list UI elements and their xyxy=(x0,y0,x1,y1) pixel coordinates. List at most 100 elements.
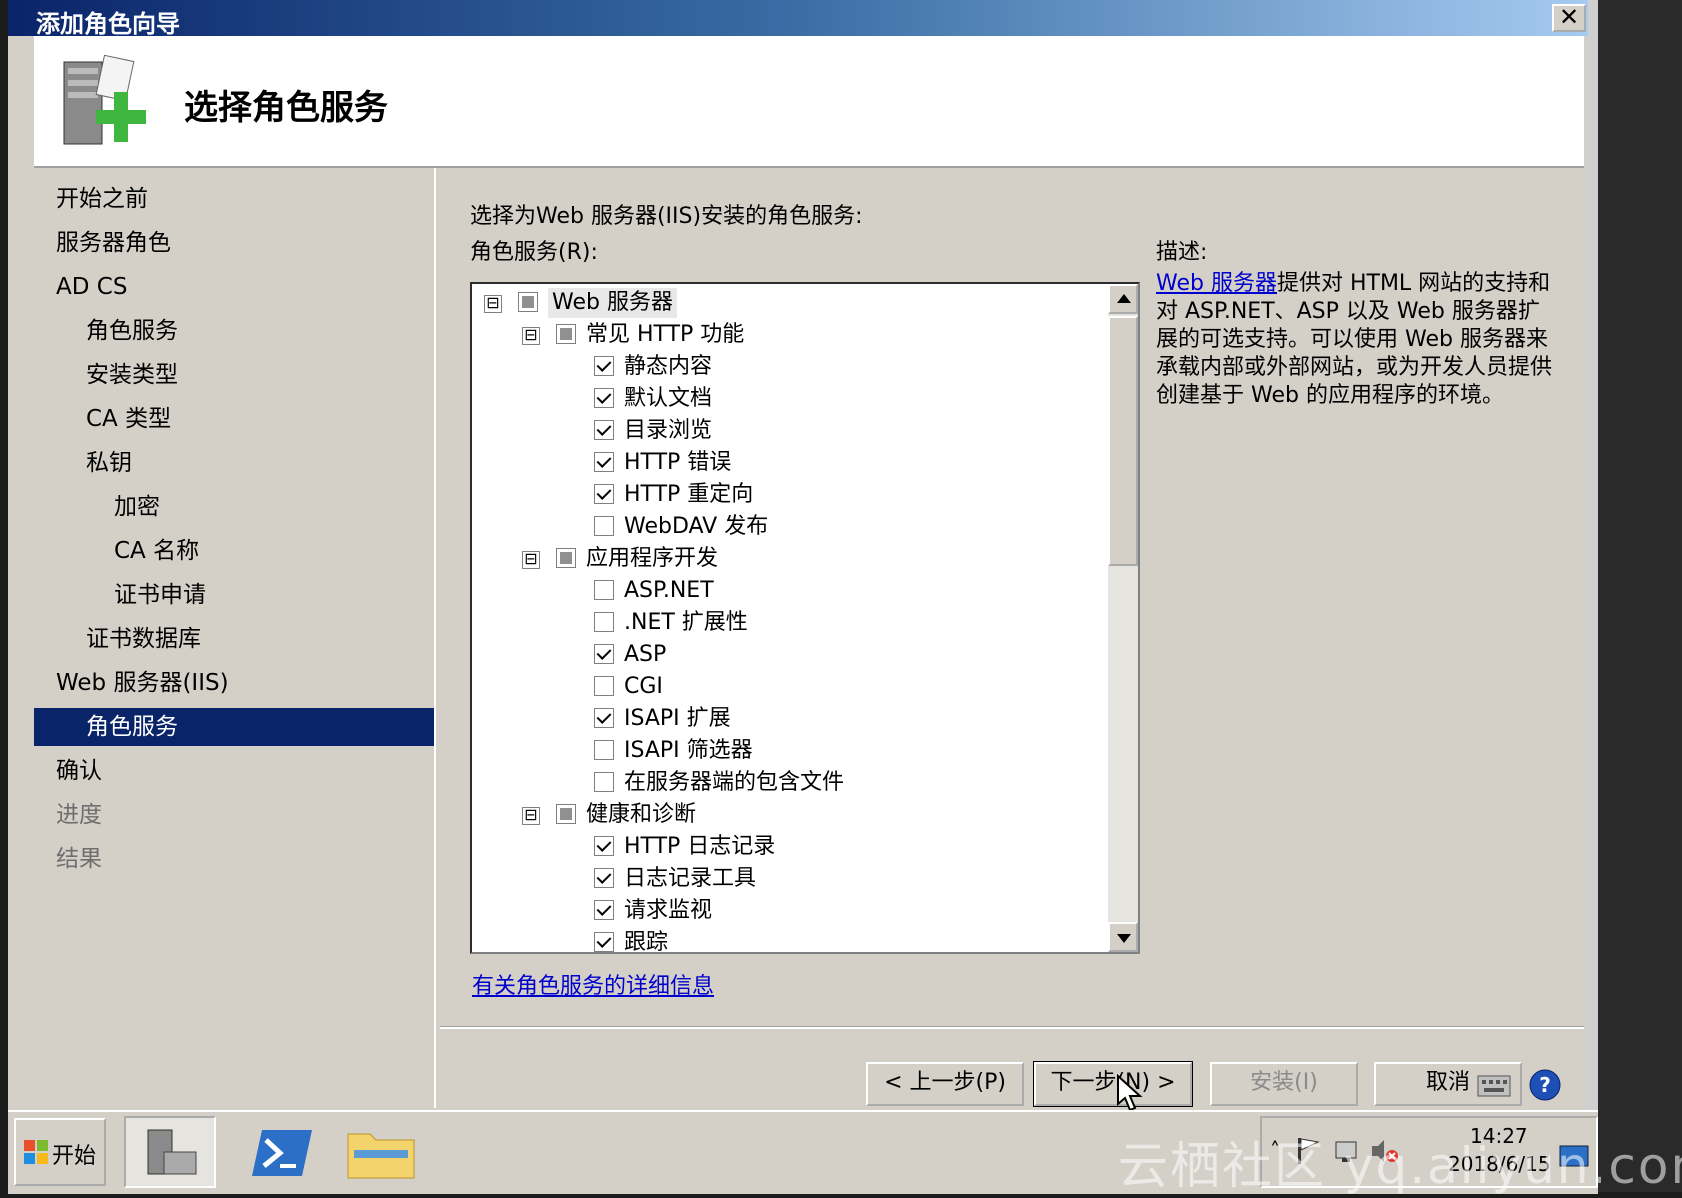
more-info-link[interactable]: 有关角色服务的详细信息 xyxy=(472,968,714,1000)
taskbar-server-manager[interactable] xyxy=(124,1116,216,1188)
collapse-icon[interactable]: ⊟ xyxy=(522,551,540,569)
taskbar-explorer[interactable] xyxy=(336,1116,428,1188)
checkbox-unchecked[interactable] xyxy=(594,676,614,696)
checkbox-checked[interactable] xyxy=(594,868,614,888)
folder-icon xyxy=(347,1133,415,1179)
tree-item-label: 应用程序开发 xyxy=(586,546,719,571)
tree-item[interactable]: .NET 扩展性 xyxy=(472,608,1092,638)
checkbox-checked[interactable] xyxy=(594,452,614,472)
page-title: 选择角色服务 xyxy=(184,88,388,128)
back-button[interactable]: < 上一步(P) xyxy=(866,1062,1024,1106)
scroll-down-button[interactable] xyxy=(1108,922,1138,952)
windows-logo-icon xyxy=(24,1140,48,1164)
install-button[interactable]: 安装(I) xyxy=(1210,1062,1358,1106)
tree-item[interactable]: 请求监视 xyxy=(472,896,1092,926)
tree-item[interactable]: CGI xyxy=(472,672,1092,702)
checkbox-checked[interactable] xyxy=(594,420,614,440)
tree-item[interactable]: ASP.NET xyxy=(472,576,1092,606)
checkbox-unchecked[interactable] xyxy=(594,580,614,600)
intro-text: 选择为Web 服务器(IIS)安装的角色服务: xyxy=(470,204,863,229)
nav-step: 确认 xyxy=(56,758,102,784)
nav-step: 结果 xyxy=(56,846,102,872)
taskbar-powershell[interactable] xyxy=(236,1116,328,1188)
tree-item-label: ISAPI 扩展 xyxy=(624,706,731,731)
tree-item[interactable]: 目录浏览 xyxy=(472,416,1092,446)
tree-item[interactable]: 静态内容 xyxy=(472,352,1092,382)
start-button[interactable]: 开始 xyxy=(14,1118,106,1186)
description-label: 描述: xyxy=(1156,240,1208,265)
checkbox-partial[interactable] xyxy=(518,292,538,312)
nav-step: 开始之前 xyxy=(56,186,148,212)
nav-step: 加密 xyxy=(114,494,160,520)
tree-item-label: 日志记录工具 xyxy=(624,866,757,891)
close-button[interactable]: ✕ xyxy=(1552,4,1586,32)
nav-step: 进度 xyxy=(56,802,102,828)
tree-item-label: HTTP 错误 xyxy=(624,450,732,475)
nav-step: Web 服务器(IIS) xyxy=(56,670,229,696)
watermark: 云栖社区 yq.aliyun.com xyxy=(1118,1137,1682,1195)
window-title: 添加角色向导 xyxy=(36,10,180,38)
role-services-tree[interactable]: ⊟ Web 服务器 ⊟ 常见 HTTP 功能 静态内容 默认文档 目录浏览 HTTP 错误 HT… xyxy=(470,282,1140,954)
tree-item-label: 跟踪 xyxy=(624,930,669,954)
wizard-steps-nav: 开始之前 服务器角色 AD CS 角色服务 安装类型 CA 类型 私钥 加密 CA 名称 证书申请… xyxy=(34,168,436,1108)
tree-item[interactable]: HTTP 重定向 xyxy=(472,480,1092,510)
title-bar[interactable]: 添加角色向导 ✕ xyxy=(8,0,1588,38)
tree-item[interactable]: 在服务器端的包含文件 xyxy=(472,768,1092,798)
tree-item[interactable]: 默认文档 xyxy=(472,384,1092,414)
tree-scrollbar[interactable] xyxy=(1108,284,1138,952)
svg-text:?: ? xyxy=(1539,1073,1551,1097)
checkbox-unchecked[interactable] xyxy=(594,772,614,792)
tree-item[interactable]: 日志记录工具 xyxy=(472,864,1092,894)
tree-item-label: 在服务器端的包含文件 xyxy=(624,770,845,795)
checkbox-unchecked[interactable] xyxy=(594,740,614,760)
tree-item[interactable]: WebDAV 发布 xyxy=(472,512,1092,542)
tree-item[interactable]: ⊟ 常见 HTTP 功能 xyxy=(472,320,1092,350)
checkbox-checked[interactable] xyxy=(594,708,614,728)
tree-item[interactable]: ASP xyxy=(472,640,1092,670)
tree-item-label: ISAPI 筛选器 xyxy=(624,738,753,763)
tree-item-label: 请求监视 xyxy=(624,898,713,923)
tree-item[interactable]: HTTP 日志记录 xyxy=(472,832,1092,862)
checkbox-checked[interactable] xyxy=(594,356,614,376)
checkbox-unchecked[interactable] xyxy=(594,516,614,536)
collapse-icon[interactable]: ⊟ xyxy=(522,807,540,825)
checkbox-partial[interactable] xyxy=(556,804,576,824)
nav-step: 角色服务 xyxy=(34,708,434,746)
wizard-header: 选择角色服务 xyxy=(34,36,1584,168)
footer-divider xyxy=(440,1026,1584,1029)
checkbox-partial[interactable] xyxy=(556,548,576,568)
collapse-icon[interactable]: ⊟ xyxy=(522,327,540,345)
description-panel: Web 服务器提供对 HTML 网站的支持和对 ASP.NET、ASP 以及 W… xyxy=(1156,270,1556,410)
role-services-label: 角色服务(R): xyxy=(470,240,598,265)
next-button[interactable]: 下一步(N) > xyxy=(1033,1061,1193,1107)
tree-item[interactable]: ISAPI 筛选器 xyxy=(472,736,1092,766)
checkbox-unchecked[interactable] xyxy=(594,612,614,632)
tree-item-label: 健康和诊断 xyxy=(586,802,697,827)
web-server-link[interactable]: Web 服务器 xyxy=(1156,271,1277,296)
tree-item[interactable]: ⊟ 健康和诊断 xyxy=(472,800,1092,830)
scroll-thumb[interactable] xyxy=(1108,316,1138,566)
scroll-up-button[interactable] xyxy=(1108,284,1138,314)
tree-item-label: HTTP 重定向 xyxy=(624,482,754,507)
start-label: 开始 xyxy=(52,1144,97,1169)
tree-item[interactable]: ⊟ Web 服务器 xyxy=(472,288,1092,318)
checkbox-checked[interactable] xyxy=(594,484,614,504)
nav-step: CA 类型 xyxy=(86,406,172,432)
collapse-icon[interactable]: ⊟ xyxy=(484,295,502,313)
tree-item[interactable]: ISAPI 扩展 xyxy=(472,704,1092,734)
nav-step: 服务器角色 xyxy=(56,230,171,256)
help-icon[interactable]: ? xyxy=(1528,1068,1562,1102)
checkbox-checked[interactable] xyxy=(594,932,614,952)
tree-item[interactable]: 跟踪 xyxy=(472,928,1092,954)
tree-item[interactable]: HTTP 错误 xyxy=(472,448,1092,478)
checkbox-checked[interactable] xyxy=(594,644,614,664)
server-manager-icon xyxy=(147,1129,197,1175)
tree-item-label: HTTP 日志记录 xyxy=(624,834,776,859)
tree-item[interactable]: ⊟ 应用程序开发 xyxy=(472,544,1092,574)
keyboard-icon[interactable] xyxy=(1476,1068,1512,1100)
checkbox-checked[interactable] xyxy=(594,388,614,408)
checkbox-checked[interactable] xyxy=(594,836,614,856)
checkbox-partial[interactable] xyxy=(556,324,576,344)
outer-scrollbar[interactable] xyxy=(1586,0,1598,1110)
checkbox-checked[interactable] xyxy=(594,900,614,920)
